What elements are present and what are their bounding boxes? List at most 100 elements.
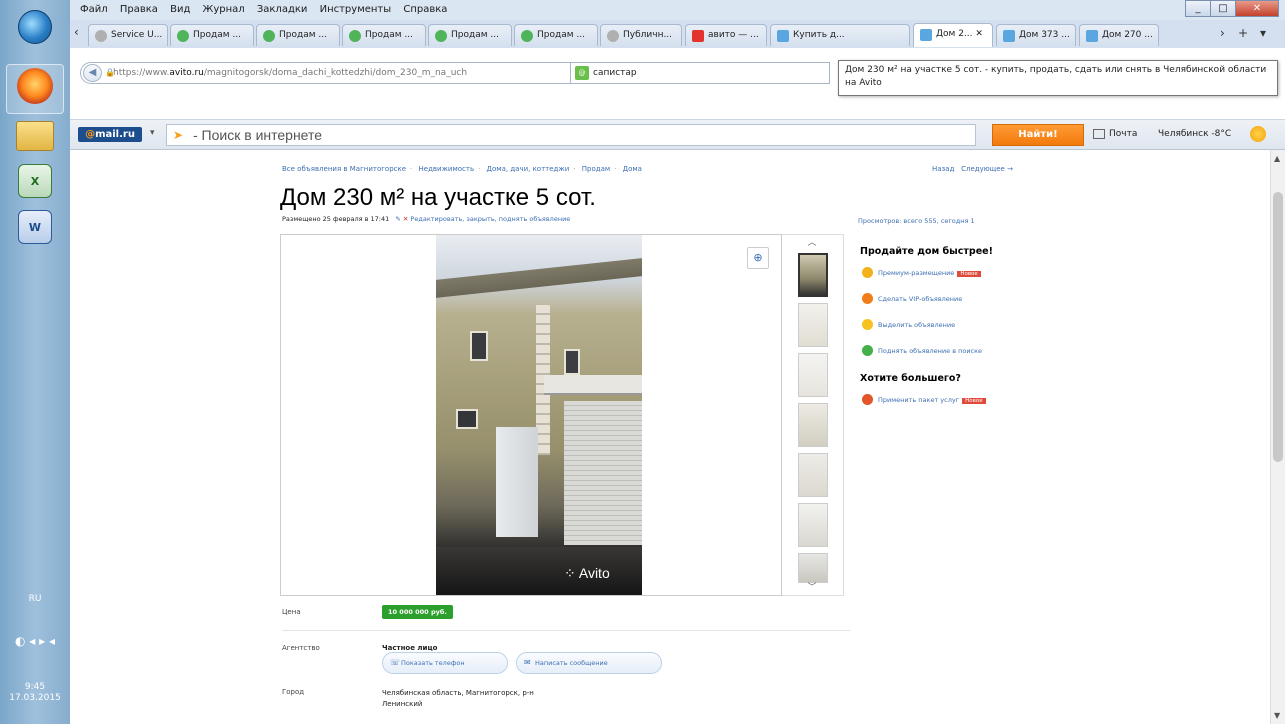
favicon-icon <box>920 29 932 41</box>
scrollbar-thumb[interactable] <box>1273 192 1283 462</box>
favicon-icon <box>177 30 189 42</box>
browser-tab[interactable]: Продам ... <box>342 24 426 46</box>
zoom-icon[interactable]: ⊕ <box>747 247 769 269</box>
menu-bookmarks[interactable]: Закладки <box>257 4 308 15</box>
tab-label: Публичн... <box>623 30 673 40</box>
url-bar[interactable]: ◀ 🔒 https://www.avito.ru/magnitogorsk/do… <box>80 62 632 84</box>
placed-date: Размещено 25 февраля в 17:41 <box>282 215 390 223</box>
favicon-icon <box>435 30 447 42</box>
browser-tab[interactable]: Публичн... <box>600 24 682 46</box>
maximize-button[interactable]: □ <box>1210 0 1236 17</box>
start-button[interactable] <box>18 10 52 44</box>
search-engine-icon[interactable]: @ <box>575 66 589 80</box>
tray-icons[interactable]: ◐ ◂ ▸ ◂ <box>8 634 62 648</box>
find-button[interactable]: Найти! <box>992 124 1084 146</box>
lock-icon: 🔒 <box>105 68 115 77</box>
browser-tab[interactable]: Купить д... <box>770 24 910 46</box>
scroll-down-icon[interactable]: ▼ <box>1274 711 1280 720</box>
breadcrumb-item[interactable]: Дома, дачи, коттеджи <box>487 165 570 173</box>
favicon-icon <box>777 30 789 42</box>
menu-edit[interactable]: Правка <box>120 4 158 15</box>
main-photo[interactable]: ⁘ Avito <box>436 235 642 595</box>
breadcrumb-item[interactable]: Недвижимость <box>419 165 475 173</box>
browser-tab[interactable]: Дом 2... ✕ <box>913 23 993 47</box>
excel-icon[interactable]: X <box>18 164 52 198</box>
browser-tab[interactable]: авито — ... <box>685 24 767 46</box>
menu-file[interactable]: Файл <box>80 4 108 15</box>
tab-strip: ‹ Service U... Продам ... Продам ... Продам… <box>70 20 1285 48</box>
browser-tab[interactable]: Service U... <box>88 24 168 46</box>
breadcrumb-item[interactable]: Продам <box>582 165 610 173</box>
thumbnail[interactable] <box>798 553 828 583</box>
navigation-bar: ◀ 🔒 https://www.avito.ru/magnitogorsk/do… <box>70 48 1285 120</box>
thumbnail[interactable] <box>798 253 828 297</box>
tab-label: Продам ... <box>451 30 499 40</box>
browser-tab[interactable]: Дом 270 ... <box>1079 24 1159 46</box>
browser-tab[interactable]: Продам ... <box>514 24 598 46</box>
divider <box>282 630 850 631</box>
new-tab-icon[interactable]: + <box>1238 26 1248 40</box>
promo-premium[interactable]: Премиум-размещение Новое <box>860 267 1056 293</box>
menu-history[interactable]: Журнал <box>203 4 245 15</box>
menu-view[interactable]: Вид <box>170 4 190 15</box>
back-link[interactable]: Назад <box>932 165 954 173</box>
search-engine-label: сапистар <box>593 68 637 78</box>
breadcrumb-item[interactable]: Все объявления в Магнитогорске <box>282 165 406 173</box>
placement-info: Размещено 25 февраля в 17:41 ✎ ✕ Редакти… <box>282 215 570 223</box>
weather-widget[interactable]: Челябинск -8°C <box>1158 129 1231 139</box>
promo-vip[interactable]: Сделать VIP-объявление <box>860 293 1056 319</box>
show-phone-button[interactable]: ☏ Показать телефон <box>382 652 508 674</box>
thumbs-up-arrow-icon[interactable]: ︿ <box>782 235 842 248</box>
thumbs-down-arrow-icon[interactable]: ﹀ <box>782 580 842 593</box>
thumbnail[interactable] <box>798 503 828 547</box>
agency-label: Агентство <box>282 644 320 652</box>
promo-raise[interactable]: Поднять объявление в поиске <box>860 345 1056 371</box>
thumbnail[interactable] <box>798 303 828 347</box>
next-link[interactable]: Следующее → <box>961 165 1013 173</box>
breadcrumb-item[interactable]: Дома <box>623 165 642 173</box>
menu-help[interactable]: Справка <box>403 4 447 15</box>
page-scrollbar[interactable]: ▲ ▼ <box>1270 150 1285 724</box>
tab-label: Продам ... <box>193 30 241 40</box>
clock[interactable]: 9:45 17.03.2015 <box>0 682 70 704</box>
favicon-icon <box>1003 30 1015 42</box>
browser-search-box[interactable]: @ сапистар <box>570 62 830 84</box>
mail-link[interactable]: Почта <box>1093 129 1137 139</box>
write-message-button[interactable]: ✉ Написать сообщение <box>516 652 662 674</box>
agency-value: Частное лицо <box>382 644 438 652</box>
search-placeholder: - Поиск в интернете <box>193 127 323 143</box>
tab-label: Дом 270 ... <box>1102 30 1153 40</box>
pencil-icon: ✎ <box>395 215 401 223</box>
close-tab-icon[interactable]: ✕ <box>973 29 983 39</box>
promo-package[interactable]: Применить пакет услуг Новое <box>860 394 1056 420</box>
language-indicator[interactable]: RU <box>0 594 70 604</box>
tab-scroll-left-icon[interactable]: ‹ <box>74 25 79 39</box>
tab-scroll-right-icon[interactable]: › <box>1220 26 1225 40</box>
minimize-button[interactable]: _ <box>1185 0 1211 17</box>
tab-label: Купить д... <box>793 30 845 40</box>
folder-icon[interactable] <box>16 121 54 151</box>
browser-tab[interactable]: Продам ... <box>428 24 512 46</box>
logo-dropdown-icon[interactable]: ▾ <box>150 128 155 138</box>
browser-tab[interactable]: Дом 373 ... <box>996 24 1076 46</box>
back-arrow-icon[interactable]: ◀ <box>83 64 102 82</box>
browser-tab[interactable]: Продам ... <box>170 24 254 46</box>
scroll-up-icon[interactable]: ▲ <box>1274 154 1280 163</box>
promo-highlight[interactable]: Выделить объявление <box>860 319 1056 345</box>
close-window-button[interactable]: ✕ <box>1235 0 1279 17</box>
firefox-icon[interactable] <box>17 68 53 104</box>
mailru-logo[interactable]: @mail.ru <box>78 127 142 142</box>
promo-subtitle: Хотите большего? <box>860 373 961 384</box>
menu-tools[interactable]: Инструменты <box>320 4 392 15</box>
tab-list-icon[interactable]: ▾ <box>1260 26 1266 40</box>
thumbnail[interactable] <box>798 453 828 497</box>
edit-links[interactable]: Редактировать, закрыть, поднять объявлен… <box>410 215 570 223</box>
internet-search-input[interactable]: ➤ - Поиск в интернете <box>166 124 976 146</box>
page-title: Дом 230 м² на участке 5 сот. <box>280 184 596 211</box>
thumbnail[interactable] <box>798 403 828 447</box>
word-icon[interactable]: W <box>18 210 52 244</box>
view-counter: Просмотров: всего 555, сегодня 1 <box>858 217 975 225</box>
browser-tab[interactable]: Продам ... <box>256 24 340 46</box>
favicon-icon <box>263 30 275 42</box>
thumbnail[interactable] <box>798 353 828 397</box>
